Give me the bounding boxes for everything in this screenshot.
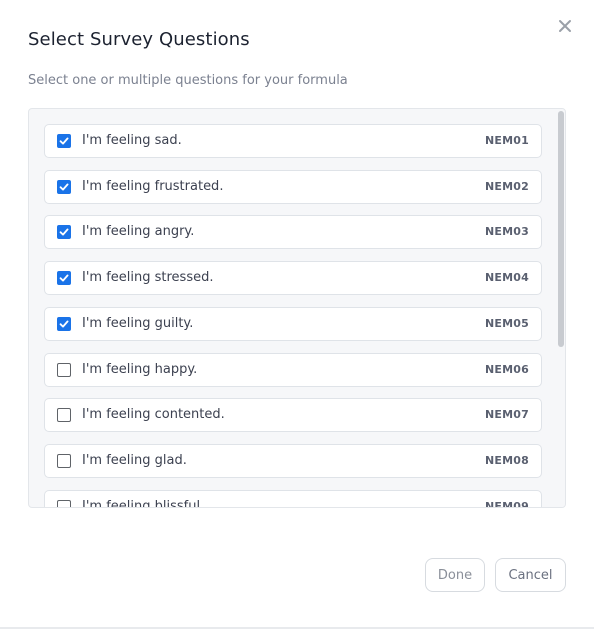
dialog-subtitle: Select one or multiple questions for you…	[28, 73, 348, 88]
list-scrollbar-thumb[interactable]	[558, 111, 564, 347]
question-item[interactable]: I'm feeling contented. NEM07	[44, 398, 542, 433]
question-item[interactable]: I'm feeling sad. NEM01	[44, 124, 542, 158]
question-code: NEM02	[485, 179, 529, 193]
checkbox-unchecked[interactable]	[57, 499, 71, 507]
question-item[interactable]: I'm feeling blissful. NEM09	[44, 489, 542, 507]
question-label: I'm feeling happy.	[82, 361, 198, 377]
question-label: I'm feeling frustrated.	[82, 178, 224, 194]
list-scrollbar[interactable]	[556, 109, 565, 507]
done-button[interactable]: Done	[425, 558, 485, 592]
question-item[interactable]: I'm feeling glad. NEM08	[44, 443, 542, 478]
checkbox-checked[interactable]	[57, 134, 71, 148]
question-item[interactable]: I'm feeling guilty. NEM05	[44, 306, 542, 341]
question-item[interactable]: I'm feeling frustrated. NEM02	[44, 169, 542, 204]
question-code: NEM03	[485, 225, 529, 239]
question-code: NEM08	[485, 453, 529, 467]
checkbox-checked[interactable]	[57, 271, 71, 286]
question-code: NEM05	[485, 316, 529, 330]
cancel-button[interactable]: Cancel	[495, 558, 566, 592]
question-code: NEM09	[485, 499, 529, 507]
question-code: NEM04	[485, 271, 529, 285]
question-label: I'm feeling sad.	[82, 133, 182, 148]
checkmark-icon	[59, 274, 69, 282]
question-item[interactable]: I'm feeling happy. NEM06	[44, 352, 542, 387]
question-label: I'm feeling guilty.	[82, 315, 194, 331]
question-list-panel: I'm feeling sad. NEM01 I'm feeling frustra…	[28, 108, 566, 508]
question-label: I'm feeling angry.	[82, 224, 195, 240]
checkbox-checked[interactable]	[57, 225, 71, 240]
question-code: NEM06	[485, 362, 529, 376]
question-label: I'm feeling stressed.	[82, 270, 214, 286]
select-survey-questions-dialog: Select Survey Questions Select one or mu…	[0, 0, 594, 629]
dialog-title: Select Survey Questions	[28, 29, 250, 50]
checkbox-unchecked[interactable]	[57, 362, 71, 377]
question-label: I'm feeling contented.	[82, 407, 225, 423]
question-label: I'm feeling blissful.	[82, 498, 205, 507]
question-item[interactable]: I'm feeling stressed. NEM04	[44, 261, 542, 296]
checkmark-icon	[59, 183, 69, 191]
checkbox-checked[interactable]	[57, 179, 71, 194]
question-item[interactable]: I'm feeling angry. NEM03	[44, 215, 542, 250]
question-code: NEM01	[485, 134, 529, 147]
checkmark-icon	[59, 320, 69, 328]
checkbox-unchecked[interactable]	[57, 408, 71, 423]
question-list: I'm feeling sad. NEM01 I'm feeling frustra…	[29, 109, 556, 507]
checkbox-checked[interactable]	[57, 316, 71, 331]
checkmark-icon	[59, 228, 69, 236]
close-icon[interactable]	[556, 17, 574, 35]
question-code: NEM07	[485, 408, 529, 422]
question-label: I'm feeling glad.	[82, 452, 187, 468]
checkbox-unchecked[interactable]	[57, 453, 71, 468]
checkmark-icon	[59, 137, 69, 145]
